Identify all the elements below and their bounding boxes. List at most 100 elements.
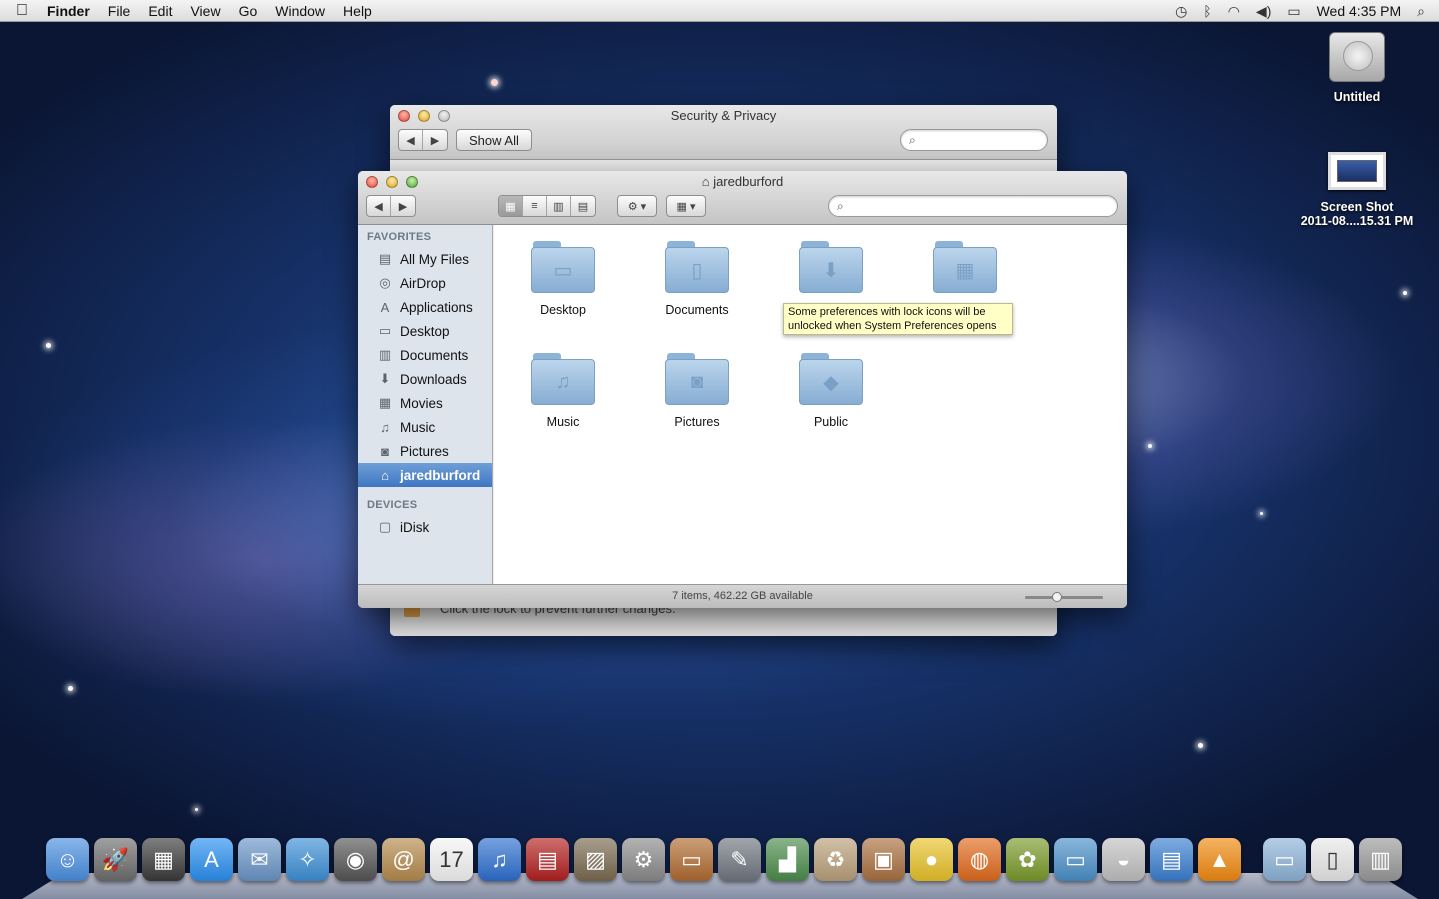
- column-view-button[interactable]: ▥: [547, 196, 571, 216]
- menu-edit[interactable]: Edit: [139, 3, 181, 19]
- folder-label: Public: [813, 415, 849, 429]
- safari-icon[interactable]: ✧: [286, 838, 329, 881]
- zoom-button[interactable]: [438, 110, 450, 122]
- screen-sharing-icon[interactable]: ▭: [1054, 838, 1097, 881]
- security-search-input[interactable]: [919, 133, 1031, 147]
- menu-window[interactable]: Window: [266, 3, 334, 19]
- toolbox-icon[interactable]: ▤: [1150, 838, 1193, 881]
- menu-help[interactable]: Help: [334, 3, 381, 19]
- desktop-icon-untitled[interactable]: Untitled: [1282, 32, 1432, 104]
- apple-menu-icon[interactable]: : [16, 2, 38, 20]
- folder-movies[interactable]: ▦: [910, 241, 1020, 303]
- sidebar-item-airdrop[interactable]: ◎ AirDrop: [358, 271, 492, 295]
- compress-icon[interactable]: ▣: [862, 838, 905, 881]
- security-search[interactable]: ⌕: [900, 129, 1048, 151]
- folder-desktop[interactable]: ▭ Desktop: [508, 241, 618, 317]
- launchpad-icon[interactable]: 🚀: [94, 838, 137, 881]
- favorites-header: FAVORITES: [367, 231, 432, 243]
- downloads-icon: ⬇: [379, 371, 391, 386]
- sidebar-item-label: Downloads: [400, 371, 467, 387]
- arrange-menu-button[interactable]: ▦ ▾: [666, 195, 706, 217]
- menubar-clock[interactable]: Wed 4:35 PM: [1309, 3, 1410, 19]
- tooltip-line1: Some preferences with lock icons will be: [788, 306, 986, 318]
- address-book-icon[interactable]: @: [382, 838, 425, 881]
- list-view-button[interactable]: ≡: [523, 196, 547, 216]
- arrange-icon: ▦ ▾: [676, 200, 696, 213]
- sidebar-item-documents[interactable]: ▥ Documents: [358, 343, 492, 367]
- sidebar-item-label: Documents: [400, 347, 469, 363]
- ical-icon[interactable]: 17: [430, 838, 473, 881]
- menu-view[interactable]: View: [181, 3, 229, 19]
- mission-control-icon[interactable]: ▦: [142, 838, 185, 881]
- keynote-icon[interactable]: ▭: [670, 838, 713, 881]
- icon-size-slider[interactable]: [1025, 592, 1103, 602]
- trash-icon[interactable]: ▥: [1359, 838, 1402, 881]
- sidebar-item-desktop[interactable]: ▭ Desktop: [358, 319, 492, 343]
- zoom-button[interactable]: [406, 176, 418, 188]
- forward-button[interactable]: ▶: [391, 196, 415, 216]
- facetime-icon[interactable]: ◉: [334, 838, 377, 881]
- folder-pictures[interactable]: ◙ Pictures: [642, 353, 752, 429]
- volume-icon[interactable]: ◀): [1248, 3, 1279, 20]
- numbers-icon[interactable]: ▟: [766, 838, 809, 881]
- finder-search-input[interactable]: [847, 199, 1072, 213]
- sidebar-item-music[interactable]: ♫ Music: [358, 415, 492, 439]
- folder-label: Pictures: [674, 415, 720, 429]
- forward-button[interactable]: ▶: [423, 130, 447, 150]
- window-title: Security & Privacy: [670, 108, 777, 123]
- sidebar-item-all-my-files[interactable]: ▤ All My Files: [358, 247, 492, 271]
- finder-search[interactable]: ⌕: [828, 195, 1118, 217]
- back-button[interactable]: ◀: [367, 196, 391, 216]
- time-machine-icon[interactable]: ◷: [1167, 3, 1195, 20]
- cyberduck-icon[interactable]: ●: [910, 838, 953, 881]
- finder-icon[interactable]: ☺: [46, 838, 89, 881]
- photo-booth-icon[interactable]: ▤: [526, 838, 569, 881]
- app-store-icon[interactable]: A: [190, 838, 233, 881]
- tropical-app-icon[interactable]: ✿: [1006, 838, 1049, 881]
- icon-view-button[interactable]: ▦: [499, 196, 523, 216]
- wifi-icon[interactable]: ◠: [1220, 3, 1248, 20]
- action-menu-button[interactable]: ⚙ ▾: [617, 195, 657, 217]
- applications-icon: A: [380, 299, 390, 315]
- folder-downloads[interactable]: ⬇: [776, 241, 886, 303]
- sidebar-item-applications[interactable]: A Applications: [358, 295, 492, 319]
- script-editor-icon[interactable]: ✎: [718, 838, 761, 881]
- battery-icon[interactable]: ▭: [1279, 3, 1308, 20]
- finder-nav-buttons: ◀ ▶: [366, 195, 416, 217]
- minimize-button[interactable]: [386, 176, 398, 188]
- sidebar-item-label: Movies: [400, 395, 443, 411]
- menu-finder[interactable]: Finder: [38, 3, 99, 19]
- folder-documents[interactable]: ▯ Documents: [642, 241, 752, 317]
- sidebar-item-idisk[interactable]: ▢ iDisk: [358, 515, 492, 539]
- spotlight-icon[interactable]: ⌕: [1409, 3, 1433, 20]
- folder-public[interactable]: ◆ Public: [776, 353, 886, 429]
- desktop-icon-screenshot[interactable]: Screen Shot 2011-08....15.31 PM: [1282, 152, 1432, 228]
- archive-utility-icon[interactable]: ♻: [814, 838, 857, 881]
- document-stack-icon[interactable]: ▯: [1311, 838, 1354, 881]
- folder-icon: ⬇: [799, 241, 863, 293]
- mail-icon[interactable]: ✉: [238, 838, 281, 881]
- firefox-icon[interactable]: ◍: [958, 838, 1001, 881]
- minimize-button[interactable]: [418, 110, 430, 122]
- disk-utility-icon[interactable]: ◒: [1102, 838, 1145, 881]
- show-all-button[interactable]: Show All: [456, 129, 532, 151]
- itunes-icon[interactable]: ♫: [478, 838, 521, 881]
- back-button[interactable]: ◀: [399, 130, 423, 150]
- menu-go[interactable]: Go: [230, 3, 267, 19]
- sidebar-item-jaredburford[interactable]: ⌂ jaredburford: [358, 463, 492, 487]
- sidebar-item-pictures[interactable]: ◙ Pictures: [358, 439, 492, 463]
- iphoto-icon[interactable]: ▨: [574, 838, 617, 881]
- pictures-icon: ◙: [381, 443, 389, 459]
- menu-file[interactable]: File: [99, 3, 140, 19]
- vlc-icon[interactable]: ▲: [1198, 838, 1241, 881]
- sidebar-item-movies[interactable]: ▦ Movies: [358, 391, 492, 415]
- sidebar-item-downloads[interactable]: ⬇ Downloads: [358, 367, 492, 391]
- coverflow-view-button[interactable]: ▤: [571, 196, 595, 216]
- bluetooth-icon[interactable]: ᛒ: [1195, 3, 1219, 19]
- downloads-stack-icon[interactable]: ▭: [1263, 838, 1306, 881]
- close-button[interactable]: [366, 176, 378, 188]
- system-preferences-icon[interactable]: ⚙: [622, 838, 665, 881]
- slider-thumb[interactable]: [1052, 592, 1063, 602]
- close-button[interactable]: [398, 110, 410, 122]
- folder-music[interactable]: ♫ Music: [508, 353, 618, 429]
